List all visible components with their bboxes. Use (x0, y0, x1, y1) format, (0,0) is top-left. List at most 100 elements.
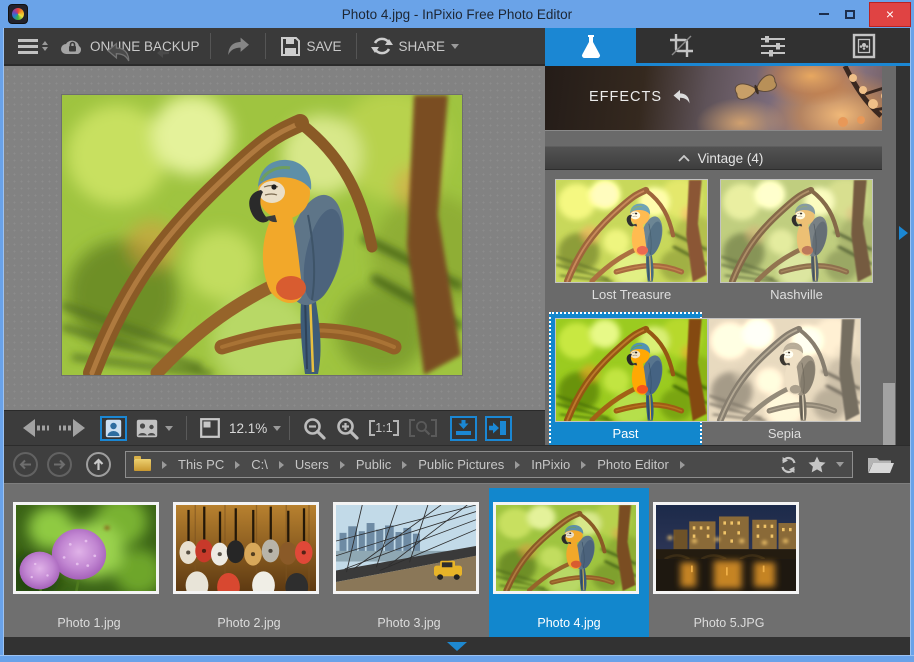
compare-photos-icon (136, 419, 158, 438)
effects-panel: EFFECTS Vintage (4) Lost Treas (545, 66, 910, 445)
filmstrip: Photo 1.jpg Photo 2.jpg Photo 3.jpg Phot… (4, 483, 910, 637)
arrow-left-icon (23, 419, 49, 437)
app-window: Photo 4.jpg - InPixio Free Photo Editor … (0, 0, 914, 662)
navigator-button[interactable] (195, 418, 225, 438)
open-file-button[interactable] (867, 455, 895, 475)
actual-size-button[interactable]: 1:1 (364, 420, 403, 436)
breadcrumb-item[interactable]: Photo Editor (595, 457, 671, 472)
titlebar[interactable]: Photo 4.jpg - InPixio Free Photo Editor … (0, 0, 914, 28)
effect-tile-sepia[interactable]: Sepia (708, 318, 861, 443)
apply-close-button[interactable] (485, 416, 512, 441)
zoom-level-value: 12.1% (229, 421, 267, 436)
menu-button[interactable] (18, 36, 48, 57)
online-backup-button[interactable]: ONLINE BACKUP (60, 38, 200, 55)
photo-filename: Photo 3.jpg (329, 616, 489, 630)
filmstrip-item-photo-2[interactable]: Photo 2.jpg (169, 488, 329, 638)
breadcrumb-item[interactable]: This PC (176, 457, 226, 472)
breadcrumb-separator-icon (680, 461, 685, 469)
photo-filename: Photo 5.JPG (649, 616, 809, 630)
fit-screen-button[interactable] (404, 419, 442, 437)
undo-icon[interactable] (106, 41, 132, 63)
zoom-out-button[interactable] (298, 417, 331, 440)
photo-thumbnail (653, 502, 799, 594)
zoom-in-button[interactable] (331, 417, 364, 440)
sliders-icon (760, 34, 786, 58)
view-toolbar: 12.1% 1:1 (4, 410, 545, 445)
favorites-caret-icon[interactable] (836, 462, 844, 467)
effect-preview (720, 179, 873, 283)
toolbar-separator (265, 33, 266, 59)
expand-panel-icon[interactable] (899, 226, 908, 240)
favorites-star-icon[interactable] (808, 456, 826, 473)
forward-arrow-icon (53, 459, 66, 470)
scrollbar-thumb[interactable] (883, 383, 895, 445)
back-arrow-icon (19, 459, 32, 470)
filmstrip-item-photo-3[interactable]: Photo 3.jpg (329, 488, 489, 638)
effect-tile-past[interactable]: Past (549, 312, 702, 447)
save-button[interactable]: SAVE (276, 28, 346, 64)
tab-adjust[interactable] (728, 28, 819, 63)
cloud-lock-icon (60, 38, 84, 55)
flask-icon (579, 33, 603, 59)
frame-icon (852, 33, 876, 59)
collapse-chevron-icon (678, 155, 690, 162)
vintage-section-header[interactable]: Vintage (4) (545, 146, 896, 170)
tab-crop[interactable] (636, 28, 727, 63)
photo-filename: Photo 1.jpg (9, 616, 169, 630)
minimize-button[interactable] (811, 3, 837, 25)
effect-tile-label: Lost Treasure (555, 286, 708, 304)
share-label: SHARE (399, 39, 446, 54)
filmstrip-item-photo-4[interactable]: Photo 4.jpg (489, 488, 649, 638)
refresh-icon[interactable] (779, 456, 798, 474)
nav-up-button[interactable] (86, 452, 111, 477)
single-view-button[interactable] (100, 416, 127, 441)
previous-photo-button[interactable] (18, 419, 54, 437)
effect-tile-nashville[interactable]: Nashville (720, 179, 873, 304)
arrow-into-door-icon (489, 420, 507, 436)
filmstrip-collapse-bar[interactable] (4, 637, 910, 655)
collapse-filmstrip-icon[interactable] (447, 642, 467, 651)
tab-frames[interactable] (819, 28, 910, 63)
nav-forward-button[interactable] (47, 452, 72, 477)
effect-preview (555, 179, 708, 283)
toolbar-separator (289, 416, 290, 440)
redo-button[interactable] (221, 28, 255, 64)
breadcrumb-separator-icon (402, 461, 407, 469)
effect-preview (708, 318, 861, 422)
breadcrumb-separator-icon (162, 461, 167, 469)
filmstrip-item-photo-1[interactable]: Photo 1.jpg (9, 488, 169, 638)
nav-back-button[interactable] (13, 452, 38, 477)
toolbar-separator (186, 416, 187, 440)
filmstrip-item-photo-5[interactable]: Photo 5.JPG (649, 488, 809, 638)
next-photo-button[interactable] (54, 419, 90, 437)
breadcrumb-item[interactable]: Users (293, 457, 331, 472)
effects-banner[interactable]: EFFECTS (545, 66, 896, 130)
editor-canvas[interactable] (4, 66, 545, 410)
folder-icon (134, 459, 151, 471)
compare-view-button[interactable] (131, 419, 178, 438)
effect-preview (555, 318, 708, 422)
breadcrumb-item[interactable]: InPixio (529, 457, 572, 472)
breadcrumb-item[interactable]: C:\ (249, 457, 270, 472)
export-button[interactable] (450, 416, 477, 441)
panel-scrollbar[interactable] (882, 66, 896, 445)
tab-effects[interactable] (545, 28, 636, 63)
main-photo (62, 95, 462, 375)
breadcrumb-item[interactable]: Public Pictures (416, 457, 506, 472)
zoom-caret-icon[interactable] (273, 426, 281, 431)
breadcrumb-separator-icon (515, 461, 520, 469)
one-to-one-label: 1:1 (369, 420, 398, 436)
mode-tabs (545, 28, 910, 66)
panel-collapse-rail[interactable] (896, 66, 910, 445)
breadcrumb[interactable]: This PC C:\ Users Public Public Pictures… (125, 451, 853, 478)
share-button[interactable]: SHARE (367, 28, 464, 64)
effects-back-icon[interactable] (671, 88, 693, 105)
maximize-button[interactable] (837, 3, 863, 25)
breadcrumb-item[interactable]: Public (354, 457, 393, 472)
crop-icon (669, 33, 694, 58)
close-button[interactable]: × (869, 2, 911, 27)
effect-tile-lost-treasure[interactable]: Lost Treasure (555, 179, 708, 304)
up-arrow-icon (93, 458, 104, 471)
window-border-right (910, 28, 914, 655)
toolbar-separator (356, 33, 357, 59)
